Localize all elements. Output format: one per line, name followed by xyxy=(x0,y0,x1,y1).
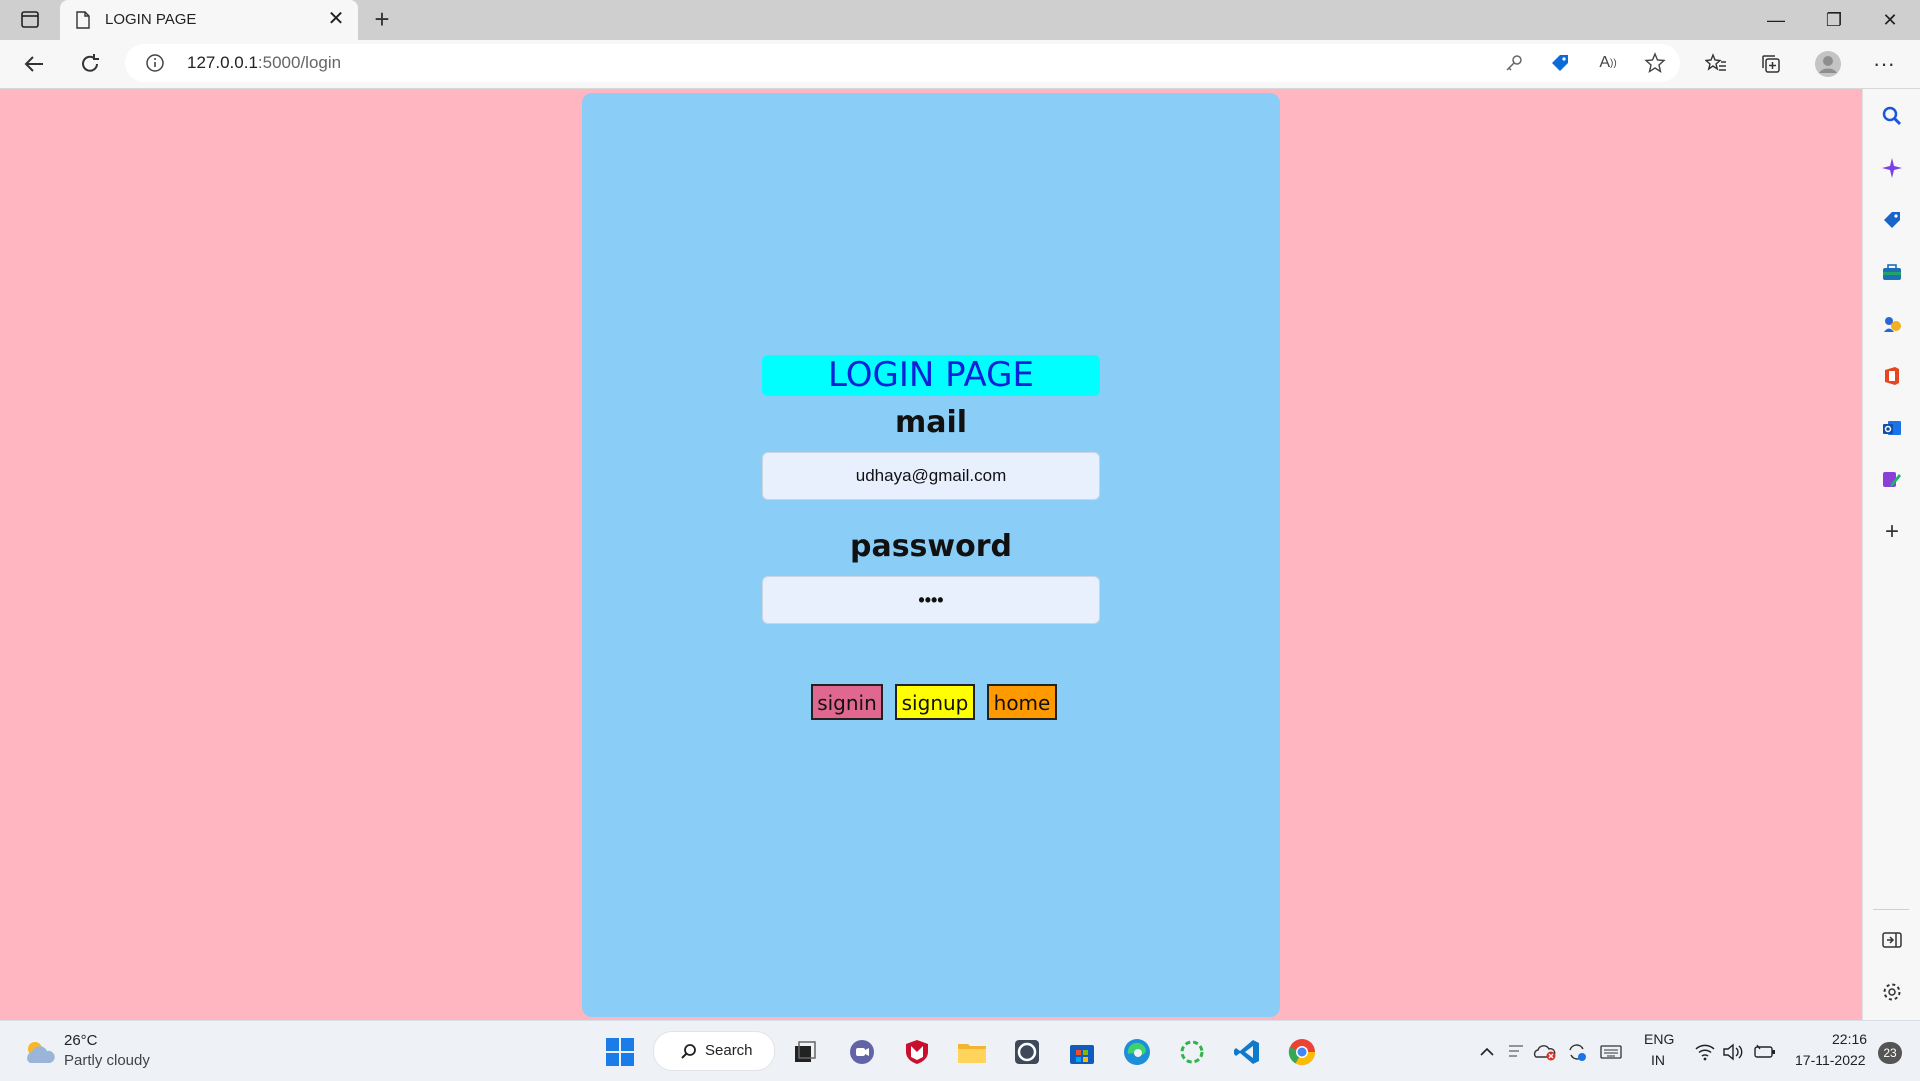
sidebar-divider xyxy=(1873,909,1909,910)
microsoft-store-icon[interactable] xyxy=(1065,1035,1099,1069)
task-view-icon[interactable] xyxy=(788,1035,822,1069)
tab-actions-icon xyxy=(21,11,39,28)
tab-close-icon[interactable]: ✕ xyxy=(324,7,348,31)
close-window-button[interactable]: ✕ xyxy=(1862,0,1918,40)
page-title: LOGIN PAGE xyxy=(762,355,1100,396)
hide-sidebar-icon[interactable] xyxy=(1879,927,1905,953)
edge-sidebar: + xyxy=(1862,89,1920,1020)
edge-browser-icon[interactable] xyxy=(1120,1035,1154,1069)
battery-icon[interactable] xyxy=(1748,1035,1782,1069)
url-host: 127.0.0.1 xyxy=(187,53,258,72)
refresh-icon[interactable] xyxy=(74,48,106,80)
browser-tab[interactable]: LOGIN PAGE ✕ xyxy=(60,0,358,40)
copilot-sparkle-icon[interactable] xyxy=(1879,155,1905,181)
office-icon[interactable] xyxy=(1879,363,1905,389)
language-top[interactable]: ENG xyxy=(1644,1031,1674,1047)
vscode-icon[interactable] xyxy=(1230,1035,1264,1069)
coupon-tag-icon[interactable] xyxy=(1548,51,1572,75)
url-path: :5000/login xyxy=(257,53,342,72)
read-aloud-icon[interactable]: A)) xyxy=(1596,51,1620,75)
page-icon xyxy=(76,11,90,29)
teams-chat-icon[interactable] xyxy=(845,1035,879,1069)
games-icon[interactable] xyxy=(1879,311,1905,337)
minimize-button[interactable]: — xyxy=(1748,0,1804,40)
show-hidden-icons-chevron[interactable] xyxy=(1470,1035,1504,1069)
collections-icon[interactable] xyxy=(1755,48,1787,80)
back-icon[interactable] xyxy=(18,48,50,80)
taskbar-search[interactable]: Search xyxy=(653,1031,775,1071)
app-circle-icon[interactable] xyxy=(1010,1035,1044,1069)
password-label: password xyxy=(849,529,1013,564)
password-field[interactable]: •••• xyxy=(762,576,1100,624)
search-icon[interactable] xyxy=(1879,103,1905,129)
search-icon xyxy=(681,1044,696,1059)
designer-icon[interactable] xyxy=(1879,467,1905,493)
clock-date[interactable]: 17-11-2022 xyxy=(1795,1052,1866,1068)
chrome-icon[interactable] xyxy=(1285,1035,1319,1069)
url-text[interactable]: 127.0.0.1:5000/login xyxy=(187,53,341,73)
clock-time[interactable]: 22:16 xyxy=(1832,1031,1867,1047)
email-field[interactable]: udhaya@gmail.com xyxy=(762,452,1100,500)
new-tab-button[interactable]: + xyxy=(368,6,396,34)
browser-toolbar: 127.0.0.1:5000/login A)) ··· xyxy=(0,40,1920,89)
file-explorer-icon[interactable] xyxy=(955,1035,989,1069)
add-favorite-icon[interactable] xyxy=(1643,51,1667,75)
add-sidebar-app-icon[interactable]: + xyxy=(1879,518,1905,545)
site-info-icon[interactable] xyxy=(145,53,165,73)
mcafee-shield-icon[interactable] xyxy=(900,1035,934,1069)
taskbar: 26°C Partly cloudy Search ENG IN 22:16 1… xyxy=(0,1020,1920,1081)
search-label: Search xyxy=(705,1042,753,1059)
restore-button[interactable]: ❐ xyxy=(1806,0,1862,40)
more-options-icon[interactable]: ··· xyxy=(1868,48,1900,80)
mail-label: mail xyxy=(894,405,968,440)
key-icon[interactable] xyxy=(1502,51,1526,75)
outlook-icon[interactable] xyxy=(1879,415,1905,441)
address-bar[interactable]: 127.0.0.1:5000/login A)) xyxy=(125,44,1680,82)
profile-avatar[interactable] xyxy=(1812,48,1844,80)
volume-icon[interactable] xyxy=(1716,1035,1750,1069)
sidebar-settings-gear-icon[interactable] xyxy=(1879,979,1905,1005)
tab-actions-button[interactable] xyxy=(8,6,52,34)
language-bottom[interactable]: IN xyxy=(1651,1052,1665,1068)
onedrive-error-icon[interactable] xyxy=(1528,1035,1562,1069)
tab-title: LOGIN PAGE xyxy=(105,11,197,28)
weather-temp[interactable]: 26°C xyxy=(64,1032,98,1049)
weather-desc[interactable]: Partly cloudy xyxy=(64,1052,150,1069)
tools-briefcase-icon[interactable] xyxy=(1879,259,1905,285)
signin-button[interactable]: signin xyxy=(811,684,883,720)
keyboard-icon[interactable] xyxy=(1594,1035,1628,1069)
shopping-tag-icon[interactable] xyxy=(1879,207,1905,233)
signup-button[interactable]: signup xyxy=(895,684,975,720)
start-windows-icon[interactable] xyxy=(603,1035,637,1069)
loading-ring-icon[interactable] xyxy=(1175,1035,1209,1069)
weather-cloud-sun-icon[interactable] xyxy=(22,1035,56,1069)
favorites-icon[interactable] xyxy=(1700,48,1732,80)
home-button[interactable]: home xyxy=(987,684,1057,720)
notification-badge[interactable]: 23 xyxy=(1878,1042,1902,1064)
sync-icon[interactable] xyxy=(1560,1035,1594,1069)
